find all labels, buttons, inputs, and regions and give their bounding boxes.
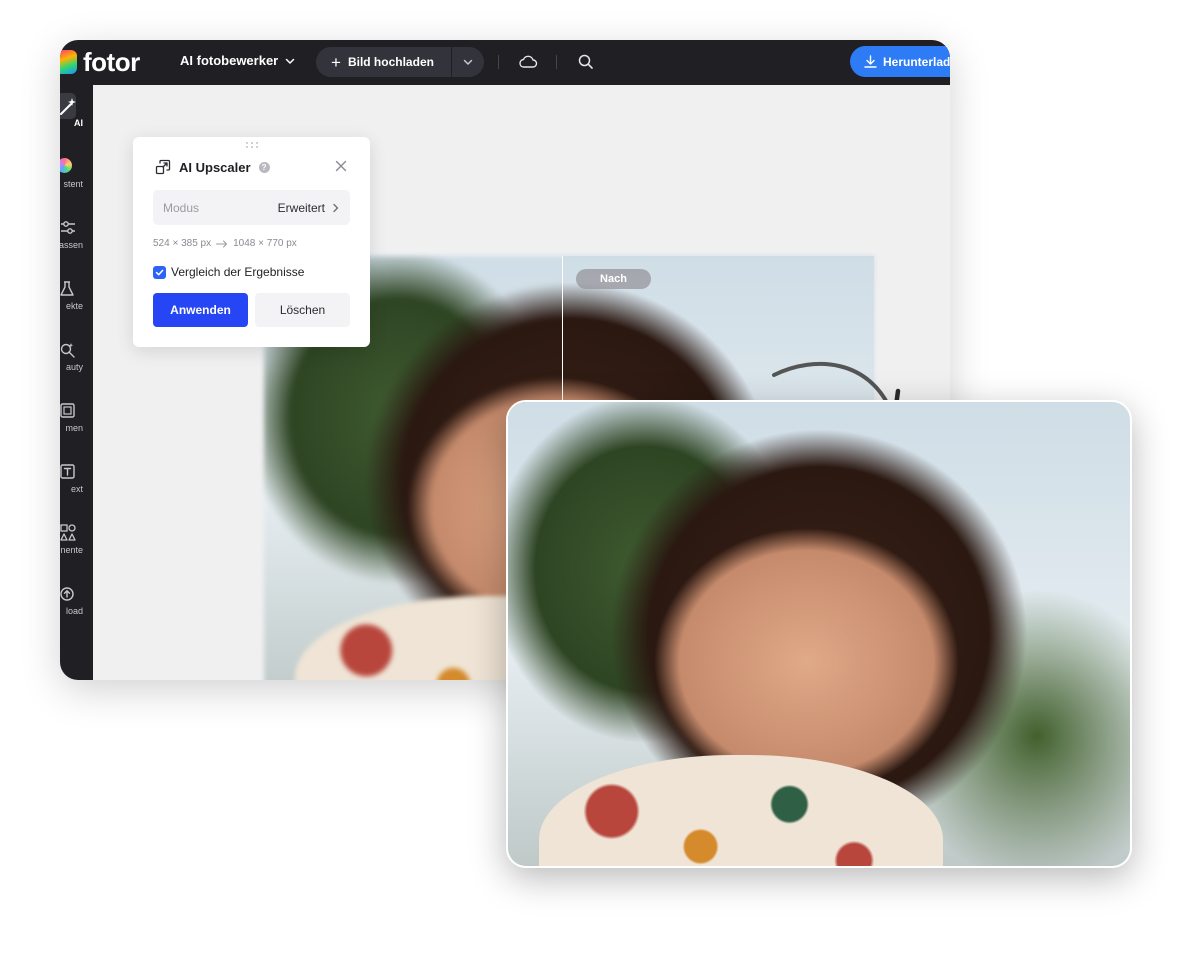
elements-icon — [60, 524, 76, 541]
chevron-down-icon — [286, 58, 295, 64]
mode-label: Modus — [163, 200, 200, 215]
effects-icon — [60, 281, 74, 296]
sidebar-item-ai[interactable]: AI — [60, 90, 93, 142]
search-icon[interactable] — [577, 53, 595, 71]
frames-icon — [60, 403, 75, 418]
sidebar-item-elements[interactable]: nente — [60, 517, 93, 569]
sidebar-item-frames[interactable]: men — [60, 395, 93, 447]
floral-shirt-shape — [539, 754, 944, 866]
upscaled-size: 1048 × 770 px — [233, 238, 297, 249]
sidebar-item-text[interactable]: ext — [60, 456, 93, 508]
upload-image-button[interactable]: + Bild hochladen — [316, 47, 451, 77]
upload-control: + Bild hochladen — [316, 47, 484, 77]
mode-value: Erweitert — [278, 201, 340, 215]
download-button[interactable]: Herunterladen — [850, 46, 950, 77]
download-label: Herunterladen — [883, 54, 950, 69]
help-icon[interactable]: ? — [258, 161, 270, 173]
sidebar-label: ext — [70, 484, 83, 494]
text-icon — [60, 464, 75, 479]
sidebar-label: stent — [63, 179, 83, 189]
checkmark-icon — [155, 269, 164, 275]
compare-checkbox[interactable] — [153, 265, 166, 279]
size-info: 524 × 385 px 1048 × 770 px — [153, 238, 297, 249]
ai-upscaler-panel: AI Upscaler ? Modus Erweitert 524 × 385 … — [133, 137, 370, 347]
mode-selector[interactable]: Modus Erweitert — [153, 190, 350, 225]
chevron-right-icon — [333, 203, 339, 212]
compare-results-option[interactable]: Vergleich der Ergebnisse — [153, 265, 304, 279]
plus-icon: + — [331, 52, 341, 72]
toolbar-divider — [556, 55, 557, 69]
sidebar-label: load — [65, 606, 83, 616]
magic-wand-icon — [60, 98, 76, 115]
beauty-icon — [60, 343, 75, 358]
compare-label: Vergleich der Ergebnisse — [171, 265, 305, 279]
arrow-right-icon — [216, 240, 228, 247]
sidebar-label: nente — [60, 545, 83, 555]
assistant-icon — [60, 158, 72, 173]
sidebar-label: men — [65, 423, 83, 433]
logo-text: fotor — [83, 47, 140, 77]
upscale-icon — [155, 159, 171, 175]
panel-title: AI Upscaler — [179, 159, 251, 175]
ai-editor-menu[interactable]: AI fotobewerker — [180, 53, 295, 68]
top-bar: fotor AI fotobewerker + Bild hochladen H… — [60, 40, 950, 85]
toolbar-divider — [498, 55, 499, 69]
upload-image-label: Bild hochladen — [347, 55, 434, 69]
apply-button[interactable]: Anwenden — [153, 293, 248, 327]
logo-mark-icon — [60, 50, 77, 74]
sidebar-item-beauty[interactable]: auty — [60, 334, 93, 386]
sidebar-item-upload[interactable]: load — [60, 578, 93, 630]
close-icon[interactable] — [334, 159, 348, 173]
upscaled-image — [508, 402, 1130, 866]
sidebar: AI stent assen ekte auty men ext nente l… — [60, 85, 93, 680]
panel-header: AI Upscaler ? — [155, 159, 270, 175]
sidebar-label: auty — [65, 362, 83, 372]
sidebar-item-assistant[interactable]: stent — [60, 151, 93, 203]
sidebar-label: ekte — [65, 301, 83, 311]
sidebar-item-adjust[interactable]: assen — [60, 212, 93, 264]
mode-value-text: Erweitert — [277, 200, 325, 215]
sidebar-item-effects[interactable]: ekte — [60, 273, 93, 325]
upload-icon — [60, 587, 74, 601]
sidebar-label: assen — [60, 240, 83, 250]
adjust-icon — [61, 221, 75, 234]
chevron-down-icon — [463, 59, 473, 65]
cloud-icon[interactable] — [518, 53, 538, 71]
drag-handle-icon[interactable] — [245, 141, 259, 149]
delete-button[interactable]: Löschen — [255, 293, 350, 327]
original-size: 524 × 385 px — [153, 238, 212, 249]
upscaled-result-preview — [506, 400, 1132, 868]
download-icon — [864, 55, 877, 68]
fotor-logo[interactable]: fotor — [60, 47, 140, 77]
sidebar-label: AI — [74, 118, 83, 128]
ai-editor-menu-label: AI fotobewerker — [180, 53, 279, 68]
upload-options-button[interactable] — [452, 47, 484, 77]
after-badge: Nach — [576, 269, 651, 289]
